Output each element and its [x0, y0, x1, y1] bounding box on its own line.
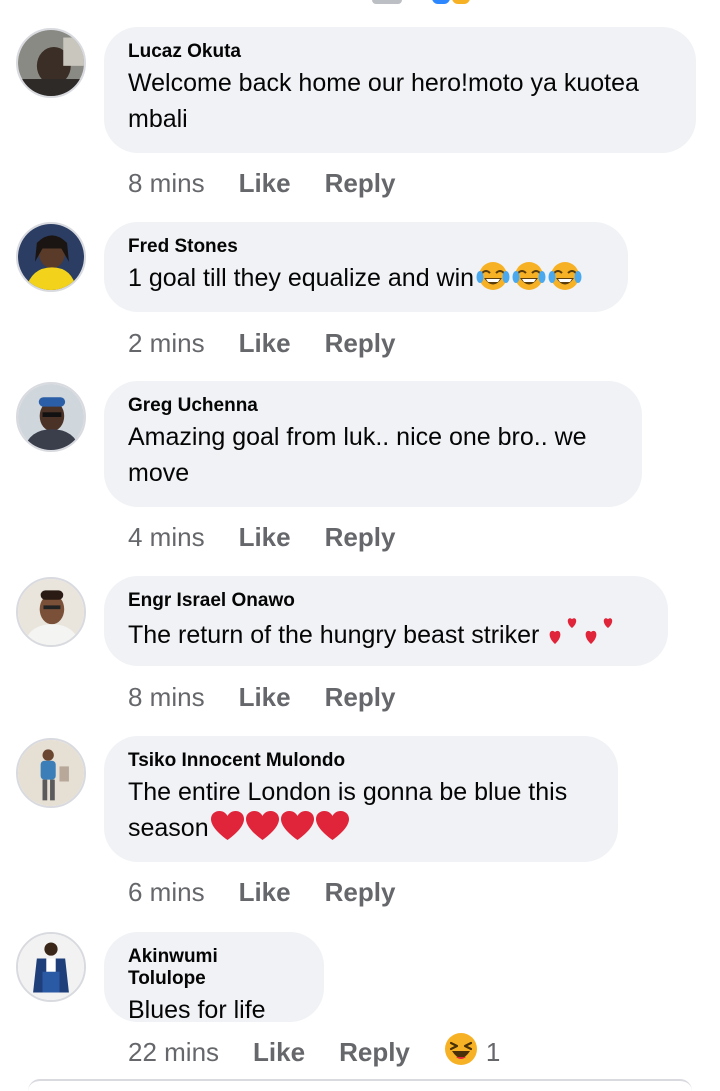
comment-bubble[interactable]: Tsiko Innocent Mulondo The entire London…	[104, 736, 618, 862]
comment-text-content: Welcome back home our hero!moto ya kuote…	[128, 69, 639, 133]
comment-author[interactable]: Akinwumi Tolulope	[128, 946, 300, 990]
reply-button[interactable]: Reply	[325, 877, 396, 908]
like-button[interactable]: Like	[239, 877, 291, 908]
comment-time[interactable]: 4 mins	[128, 522, 205, 553]
comment-time[interactable]: 8 mins	[128, 168, 205, 199]
red-heart-icon	[210, 811, 244, 851]
like-button[interactable]: Like	[239, 682, 291, 713]
comment-text: Amazing goal from luk.. nice one bro.. w…	[128, 419, 618, 491]
comment-bubble[interactable]: Fred Stones 1 goal till they equalize an…	[104, 222, 628, 312]
reaction-summary[interactable]: 1	[444, 1032, 500, 1073]
comment-actions: 4 mins Like Reply	[128, 519, 395, 555]
tears-of-joy-icon	[476, 261, 510, 301]
reply-button[interactable]: Reply	[325, 522, 396, 553]
red-heart-icon	[245, 811, 279, 851]
comment-text-content: Blues for life	[128, 996, 266, 1024]
comment-text: Welcome back home our hero!moto ya kuote…	[128, 65, 672, 137]
comment-actions: 8 mins Like Reply	[128, 679, 395, 715]
comment-text: Blues for life	[128, 992, 300, 1028]
comment-author[interactable]: Greg Uchenna	[128, 395, 618, 417]
comment-text: The entire London is gonna be blue this …	[128, 774, 594, 851]
comment-text-content: 1 goal till they equalize and win	[128, 264, 475, 292]
next-item-edge	[28, 1079, 692, 1091]
red-heart-icon	[280, 811, 314, 851]
comment-author[interactable]: Tsiko Innocent Mulondo	[128, 750, 594, 772]
tears-of-joy-icon	[512, 261, 546, 301]
reply-button[interactable]: Reply	[325, 682, 396, 713]
reaction-icon-fragment	[452, 0, 470, 4]
two-hearts-icon	[584, 614, 618, 658]
comment-author[interactable]: Engr Israel Onawo	[128, 590, 644, 612]
comment-text-content: Amazing goal from luk.. nice one bro.. w…	[128, 423, 587, 487]
comment-bubble[interactable]: Engr Israel Onawo The return of the hung…	[104, 576, 668, 666]
comment-author[interactable]: Fred Stones	[128, 236, 604, 258]
comment-bubble[interactable]: Akinwumi Tolulope Blues for life	[104, 932, 324, 1024]
comment-time[interactable]: 8 mins	[128, 682, 205, 713]
comment-bubble[interactable]: Lucaz Okuta Welcome back home our hero!m…	[104, 27, 696, 153]
two-hearts-icon	[548, 614, 582, 658]
comment-bubble[interactable]: Greg Uchenna Amazing goal from luk.. nic…	[104, 381, 642, 507]
avatar[interactable]	[16, 932, 86, 1002]
comment-author[interactable]: Lucaz Okuta	[128, 41, 672, 63]
reply-button[interactable]: Reply	[325, 168, 396, 199]
like-button[interactable]: Like	[253, 1037, 305, 1068]
comment-actions: 2 mins Like Reply	[128, 325, 395, 361]
red-heart-icon	[315, 811, 349, 851]
avatar[interactable]	[16, 222, 86, 292]
comment-actions: 22 mins Like Reply 1	[128, 1032, 500, 1073]
reaction-count: 1	[485, 1036, 501, 1067]
haha-reaction-icon	[444, 1032, 478, 1073]
comment-actions: 6 mins Like Reply	[128, 874, 395, 910]
like-button[interactable]: Like	[239, 328, 291, 359]
text-fragment	[372, 0, 402, 4]
like-button[interactable]: Like	[239, 522, 291, 553]
comment-actions: 8 mins Like Reply	[128, 165, 395, 201]
reaction-icon-fragment	[432, 0, 450, 4]
comment-text: The return of the hungry beast striker	[128, 614, 644, 658]
like-button[interactable]: Like	[239, 168, 291, 199]
tears-of-joy-icon	[548, 261, 582, 301]
comment-time[interactable]: 22 mins	[128, 1037, 219, 1068]
comment-time[interactable]: 6 mins	[128, 877, 205, 908]
comment-time[interactable]: 2 mins	[128, 328, 205, 359]
reply-button[interactable]: Reply	[325, 328, 396, 359]
avatar[interactable]	[16, 28, 86, 98]
reply-button[interactable]: Reply	[339, 1037, 410, 1068]
previous-comment-reactions-peek	[0, 0, 720, 8]
avatar[interactable]	[16, 738, 86, 808]
comment-text: 1 goal till they equalize and win	[128, 260, 604, 301]
comment-text-content: The return of the hungry beast striker	[128, 621, 547, 649]
avatar[interactable]	[16, 382, 86, 452]
avatar[interactable]	[16, 577, 86, 647]
